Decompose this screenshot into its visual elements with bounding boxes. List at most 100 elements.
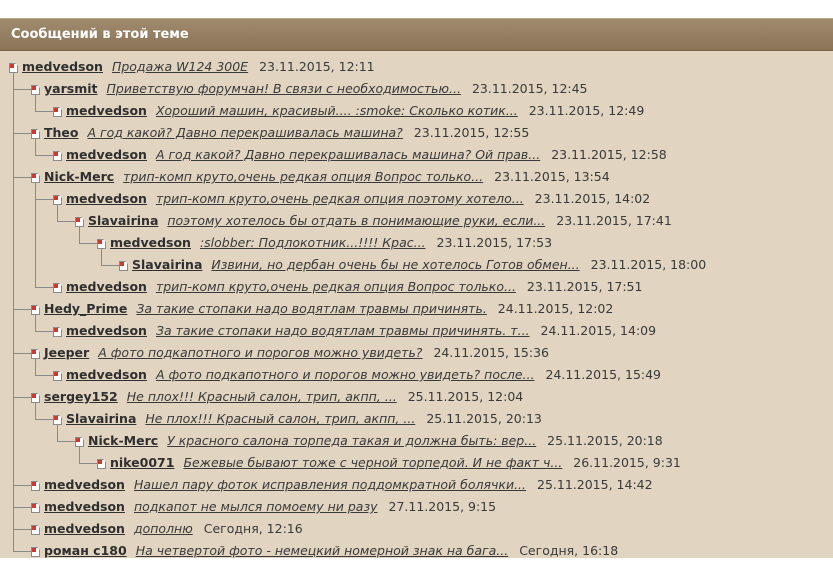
panel-header: Сообщений в этой теме (0, 19, 833, 51)
post-author-link[interactable]: nike0071 (110, 455, 174, 470)
post-icon (97, 239, 106, 249)
post-subject-link[interactable]: Приветствую форумчан! В связи с необходи… (106, 81, 460, 96)
post-date: 23.11.2015, 12:58 (551, 147, 667, 162)
thread-post: Nick-Merc трип-комп круто,очень редкая оп… (0, 166, 833, 188)
thread-post: medvedson Нашел пару фоток исправления по… (0, 474, 833, 496)
post-author-link[interactable]: sergey152 (44, 389, 118, 404)
post-icon (31, 349, 40, 359)
post-icon (53, 327, 62, 337)
post-author-link[interactable]: medvedson (110, 235, 191, 250)
post-author-link[interactable]: Slavairina (132, 257, 202, 272)
thread-post: medvedson трип-комп круто,очень редкая оп… (0, 276, 833, 298)
post-author-link[interactable]: medvedson (66, 279, 147, 294)
post-icon (31, 503, 40, 513)
tree-connector (13, 89, 31, 90)
post-subject-link[interactable]: Нашел пару фоток исправления поддомкратн… (134, 477, 526, 492)
post-author-link[interactable]: medvedson (22, 59, 103, 74)
post-date: 23.11.2015, 12:49 (528, 103, 645, 118)
thread-post: Theo А год какой? Давно перекрашивалась м… (0, 122, 833, 144)
thread-post: yarsmit Приветствую форумчан! В связи с н… (0, 78, 833, 100)
post-subject-link[interactable]: :slobber: Подлокотник...!!!! Крас... (200, 235, 426, 250)
post-subject-link[interactable]: Не плох!!! Красный салон, трип, акпп, ..… (127, 389, 397, 404)
post-subject-link[interactable]: На четвертой фото - немецкий номерной зн… (136, 543, 509, 558)
tree-connector (35, 111, 53, 112)
post-author-link[interactable]: medvedson (66, 323, 147, 338)
tree-connector (79, 463, 97, 464)
post-author-link[interactable]: Slavairina (88, 213, 158, 228)
post-subject-link[interactable]: А фото подкапотного и порогов можно увид… (98, 345, 422, 360)
post-author-link[interactable]: Jeeper (44, 345, 89, 360)
thread-post: nike0071 Бежевые бывают тоже с черной тор… (0, 452, 833, 474)
post-icon (31, 173, 40, 183)
thread-post: medvedson Хороший машин, красивый.... :sm… (0, 100, 833, 122)
post-subject-link[interactable]: А год какой? Давно перекрашивалась машин… (156, 147, 540, 162)
post-subject-link[interactable]: Продажа W124 300E (112, 59, 248, 74)
thread-post: medvedson трип-комп круто,очень редкая оп… (0, 188, 833, 210)
post-date: 23.11.2015, 18:00 (590, 257, 707, 272)
tree-connector (13, 507, 31, 508)
post-date: 25.11.2015, 12:04 (407, 389, 524, 404)
post-date: 23.11.2015, 14:02 (534, 191, 651, 206)
post-icon (31, 547, 40, 557)
thread-post: medvedson За такие стопаки надо водятлам … (0, 320, 833, 342)
post-author-link[interactable]: medvedson (66, 191, 147, 206)
post-subject-link[interactable]: трип-комп круто,очень редкая опция Вопро… (123, 169, 483, 184)
post-subject-link[interactable]: дополню (134, 521, 193, 536)
post-subject-link[interactable]: поэтому хотелось бы отдать в понимающие … (167, 213, 545, 228)
post-author-link[interactable]: Hedy_Prime (44, 301, 127, 316)
post-date: 24.11.2015, 12:02 (497, 301, 614, 316)
post-author-link[interactable]: yarsmit (44, 81, 97, 96)
tree-connector (79, 243, 97, 244)
tree-connector (57, 441, 75, 442)
post-author-link[interactable]: medvedson (66, 367, 147, 382)
post-subject-link[interactable]: У красного салона торпеда такая и должна… (167, 433, 536, 448)
tree-connector (57, 425, 58, 442)
thread-post: medvedson Продажа W124 300E 23.11.2015, 12… (0, 56, 833, 78)
post-author-link[interactable]: medvedson (44, 477, 125, 492)
post-icon (97, 459, 106, 469)
tree-connector (79, 447, 80, 464)
thread-panel: Сообщений в этой теме medvedson Продажа W… (0, 18, 833, 558)
thread-post: Slavairina Извини, но дербан очень бы не … (0, 254, 833, 276)
post-subject-link[interactable]: За такие стопаки надо водятлам травмы пр… (156, 323, 530, 338)
post-icon (53, 107, 62, 117)
post-author-link[interactable]: Nick-Merc (88, 433, 158, 448)
post-subject-link[interactable]: Хороший машин, красивый.... :smoke: Скол… (156, 103, 518, 118)
tree-connector (35, 199, 53, 200)
post-subject-link[interactable]: За такие стопаки надо водятлам травмы пр… (136, 301, 486, 316)
post-subject-link[interactable]: трип-комп круто,очень редкая опция поэто… (156, 191, 524, 206)
post-date: 23.11.2015, 13:54 (494, 169, 610, 184)
post-date: 25.11.2015, 20:18 (547, 433, 663, 448)
post-subject-link[interactable]: Не плох!!! Красный салон, трип, акпп, ..… (145, 411, 415, 426)
post-date: 23.11.2015, 17:51 (526, 279, 643, 294)
post-subject-link[interactable]: трип-комп круто,очень редкая опция Вопро… (156, 279, 516, 294)
post-date: 23.11.2015, 12:45 (471, 81, 588, 96)
post-author-link[interactable]: Nick-Merc (44, 169, 114, 184)
tree-connector (35, 95, 36, 112)
post-author-link[interactable]: роман с180 (44, 543, 127, 558)
post-icon (31, 393, 40, 403)
thread-post: medvedson подкапот не мылся помоему ни ра… (0, 496, 833, 518)
post-subject-link[interactable]: подкапот не мылся помоему ни разу (134, 499, 378, 514)
post-icon (75, 217, 84, 227)
post-date: 24.11.2015, 14:09 (540, 323, 657, 338)
tree-connector (35, 315, 36, 332)
post-author-link[interactable]: medvedson (66, 147, 147, 162)
post-subject-link[interactable]: А фото подкапотного и порогов можно увид… (156, 367, 535, 382)
post-author-link[interactable]: Theo (44, 125, 79, 140)
post-author-link[interactable]: medvedson (44, 499, 125, 514)
post-icon (9, 63, 18, 73)
tree-connector (13, 529, 31, 530)
post-author-link[interactable]: medvedson (66, 103, 147, 118)
post-author-link[interactable]: medvedson (44, 521, 125, 536)
post-icon (119, 261, 128, 271)
post-date: 23.11.2015, 12:55 (413, 125, 530, 140)
post-date: 24.11.2015, 15:36 (433, 345, 549, 360)
post-author-link[interactable]: Slavairina (66, 411, 136, 426)
post-subject-link[interactable]: Извини, но дербан очень бы не хотелось Г… (211, 257, 579, 272)
thread-tree: medvedson Продажа W124 300E 23.11.2015, 12… (0, 51, 833, 558)
post-icon (53, 415, 62, 425)
thread-post: Slavairina Не плох!!! Красный салон, трип… (0, 408, 833, 430)
post-subject-link[interactable]: Бежевые бывают тоже с черной торпедой. И… (183, 455, 562, 470)
post-subject-link[interactable]: А год какой? Давно перекрашивалась машин… (88, 125, 403, 140)
